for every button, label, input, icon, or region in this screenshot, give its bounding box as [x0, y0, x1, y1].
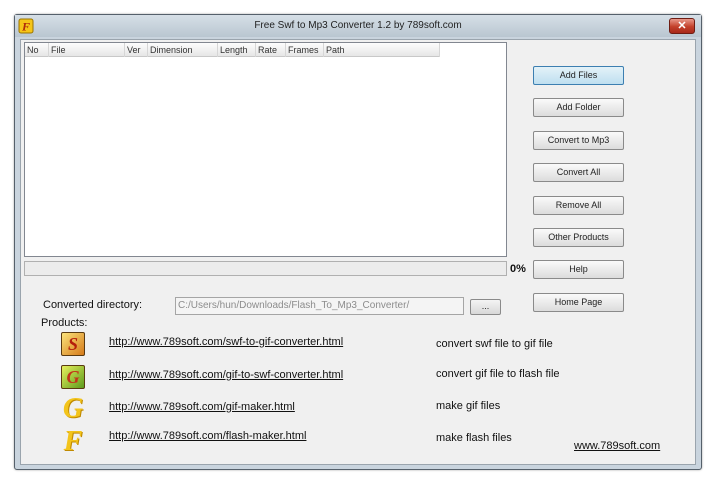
products-label: Products:	[41, 317, 88, 329]
column-header-ver[interactable]: Ver	[125, 43, 148, 57]
gif-to-swf-icon: G	[61, 365, 85, 389]
close-icon: ✕	[677, 20, 687, 32]
product-link-gif-to-swf[interactable]: http://www.789soft.com/gif-to-swf-conver…	[109, 369, 343, 381]
close-button[interactable]: ✕	[669, 18, 695, 34]
product-link-flash-maker[interactable]: http://www.789soft.com/flash-maker.html	[109, 430, 306, 442]
help-button[interactable]: Help	[533, 260, 624, 279]
add-files-button[interactable]: Add Files	[533, 66, 624, 85]
browse-button[interactable]: ...	[470, 299, 501, 315]
progress-percent: 0%	[510, 263, 526, 275]
add-folder-button[interactable]: Add Folder	[533, 98, 624, 117]
product-desc-gif-maker: make gif files	[436, 400, 501, 412]
app-window: F Free Swf to Mp3 Converter 1.2 by 789so…	[14, 14, 702, 470]
column-header-length[interactable]: Length	[218, 43, 256, 57]
convert-all-button[interactable]: Convert All	[533, 163, 624, 182]
product-link-gif-maker[interactable]: http://www.789soft.com/gif-maker.html	[109, 401, 295, 413]
title-bar[interactable]: F Free Swf to Mp3 Converter 1.2 by 789so…	[15, 15, 701, 37]
gif-maker-icon: G	[62, 393, 84, 424]
progress-bar	[24, 261, 507, 276]
column-header-rate[interactable]: Rate	[256, 43, 286, 57]
file-list-header: No File Ver Dimension Length Rate Frames…	[25, 43, 440, 57]
column-header-dimension[interactable]: Dimension	[148, 43, 218, 57]
product-desc-gif-to-swf: convert gif file to flash file	[436, 368, 560, 380]
product-link-swf-to-gif[interactable]: http://www.789soft.com/swf-to-gif-conver…	[109, 336, 343, 348]
website-link[interactable]: www.789soft.com	[574, 440, 660, 452]
remove-all-button[interactable]: Remove All	[533, 196, 624, 215]
other-products-button[interactable]: Other Products	[533, 228, 624, 247]
product-desc-swf-to-gif: convert swf file to gif file	[436, 338, 553, 350]
converted-directory-field[interactable]: C:/Users/hun/Downloads/Flash_To_Mp3_Conv…	[175, 297, 464, 315]
converted-directory-label: Converted directory:	[43, 299, 143, 311]
column-header-no[interactable]: No	[25, 43, 49, 57]
column-header-frames[interactable]: Frames	[286, 43, 324, 57]
window-title: Free Swf to Mp3 Converter 1.2 by 789soft…	[254, 20, 462, 31]
flash-maker-icon: F	[63, 426, 83, 457]
column-header-file[interactable]: File	[49, 43, 125, 57]
client-area: No File Ver Dimension Length Rate Frames…	[20, 39, 696, 465]
convert-to-mp3-button[interactable]: Convert to Mp3	[533, 131, 624, 150]
home-page-button[interactable]: Home Page	[533, 293, 624, 312]
file-list[interactable]: No File Ver Dimension Length Rate Frames…	[24, 42, 507, 257]
column-header-path[interactable]: Path	[324, 43, 440, 57]
swf-to-gif-icon: S	[61, 332, 85, 356]
product-desc-flash-maker: make flash files	[436, 432, 512, 444]
